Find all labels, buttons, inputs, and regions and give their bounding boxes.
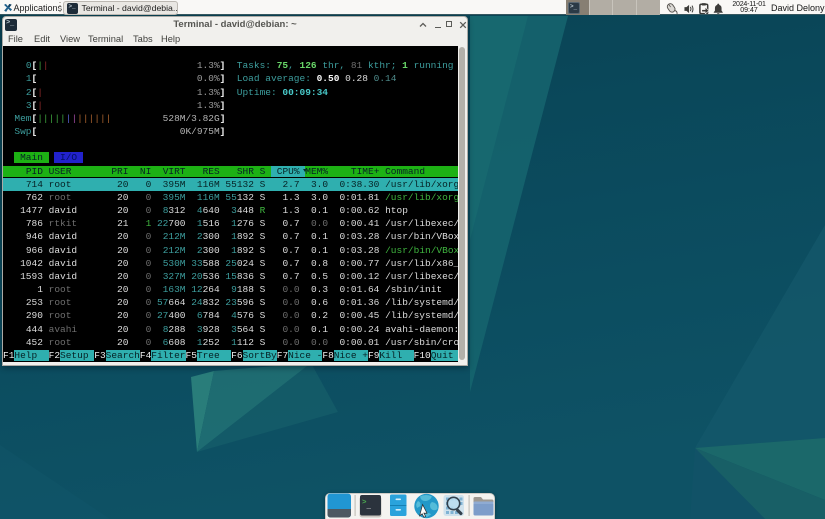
svg-text:_: _: [366, 503, 372, 511]
